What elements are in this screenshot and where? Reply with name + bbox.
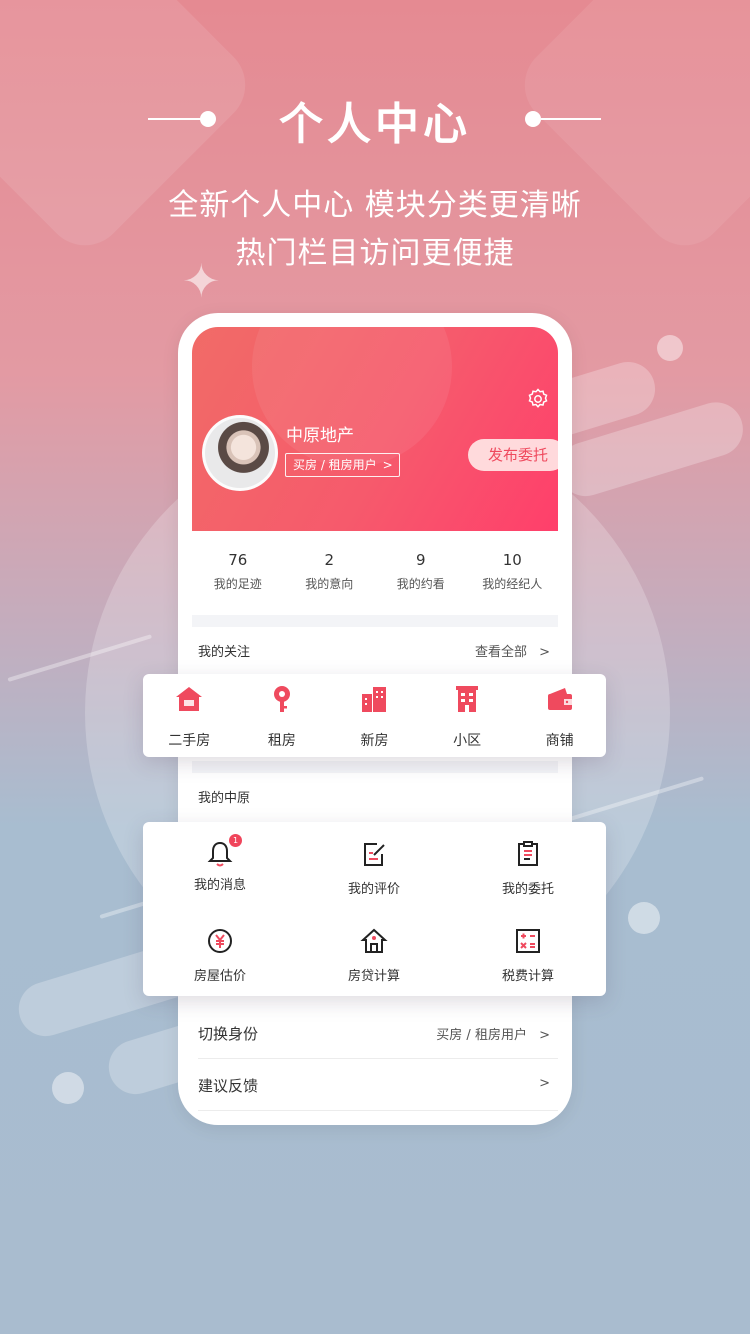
wallet-icon [547,688,572,710]
row-value: > [539,1076,550,1091]
stat-value: 9 [415,551,426,569]
decor-dot [52,1072,84,1104]
stat-label: 我的约看 [396,577,445,591]
yen-coin-icon [208,929,232,953]
row-separator [198,1110,558,1111]
chevron-right-icon: > [539,1076,550,1091]
follow-item-secondhand[interactable]: 二手房 [143,674,236,757]
banner-subtitle-1: 全新个人中心 模块分类更清晰 [168,188,582,223]
apartment-icon [456,686,479,712]
service-mortgage[interactable]: 房贷计算 [297,909,451,996]
follow-item-label: 租房 [267,733,296,749]
avatar[interactable] [202,415,278,491]
follow-section-title: 我的关注 [198,645,251,660]
stat-label: 我的足迹 [213,577,262,591]
row-label: 建议反馈 [198,1077,259,1095]
feedback-row[interactable]: 建议反馈 > [192,1061,558,1111]
switch-identity-row[interactable]: 切换身份 买房 / 租房用户 > [192,1009,558,1059]
stat-value: 2 [324,551,335,569]
my-section-title: 我的中原 [198,791,251,806]
clipboard-icon [518,841,538,866]
follow-item-label: 小区 [453,733,482,749]
follow-item-label: 新房 [360,733,389,749]
key-pin-icon [273,686,290,712]
follow-item-shop[interactable]: 商铺 [513,674,606,757]
service-valuation[interactable]: 房屋估价 [143,909,297,996]
profile-header: 中原地产 买房 / 租房用户 > 发布委托 [192,327,558,531]
service-tax[interactable]: 税费计算 [451,909,605,996]
my-services-card: 1 我的消息 我的评价 我的委托 房屋估价 房贷计算 税费计算 [143,822,606,996]
service-reviews[interactable]: 我的评价 [297,822,451,909]
house-icon [176,687,203,711]
role-label: 买房 / 租房用户 [293,458,377,472]
decor-dot [628,902,660,934]
stats-row: 76 我的足迹 2 我的意向 9 我的约看 10 我的经纪人 [192,549,558,599]
home-loan-icon [360,928,388,953]
edit-note-icon [364,843,385,866]
follow-item-label: 商铺 [545,733,574,749]
row-separator [198,1058,558,1059]
buildings-icon [362,687,387,712]
chevron-right-icon: > [382,458,393,472]
title-dot-right [525,111,541,127]
follow-item-community[interactable]: 小区 [421,674,514,757]
calculator-icon [516,929,540,953]
hero-glow [252,327,452,467]
unread-badge: 1 [229,834,242,847]
service-label: 房贷计算 [347,969,400,984]
stat-label: 我的意向 [305,577,354,591]
follow-item-newhouse[interactable]: 新房 [328,674,421,757]
row-label: 切换身份 [198,1025,259,1043]
service-label: 我的委托 [501,882,554,897]
stat-label: 我的经纪人 [482,577,543,591]
follow-item-label: 二手房 [168,733,211,749]
stat-intention[interactable]: 2 我的意向 [284,549,376,599]
page-title: 个人中心 [279,99,471,150]
service-label: 我的消息 [193,878,246,893]
bell-icon-wrap: 1 [206,834,242,868]
role-switch-button[interactable]: 买房 / 租房用户 > [285,453,400,477]
follow-item-rent[interactable]: 租房 [236,674,329,757]
banner-title-row: 个人中心 [0,88,750,150]
service-label: 税费计算 [501,969,554,984]
row-value-text: 买房 / 租房用户 [436,1028,527,1043]
title-line-right [541,118,601,120]
view-all-label: 查看全部 [474,645,527,660]
gear-icon[interactable] [526,387,550,411]
service-label: 我的评价 [347,882,400,897]
service-messages[interactable]: 1 我的消息 [143,822,297,909]
service-entrust[interactable]: 我的委托 [451,822,605,909]
stat-viewing[interactable]: 9 我的约看 [375,549,467,599]
row-value: 买房 / 租房用户 > [436,1024,550,1043]
banner-subtitle-2: 热门栏目访问更便捷 [235,236,515,271]
section-divider [192,761,558,773]
section-divider [192,615,558,627]
service-label: 房屋估价 [193,969,246,984]
user-name: 中原地产 [286,426,354,446]
publish-entrust-button[interactable]: 发布委托 [468,439,558,471]
chevron-right-icon: > [539,1028,550,1043]
stat-agent[interactable]: 10 我的经纪人 [467,549,559,599]
view-all-link[interactable]: 查看全部 > [475,641,550,660]
follow-categories-card: 二手房 租房 新房 小区 商铺 [143,674,606,757]
stat-value: 10 [502,551,522,569]
stat-value: 76 [228,551,248,569]
stat-footprint[interactable]: 76 我的足迹 [192,549,284,599]
decor-dot [657,335,683,361]
chevron-right-icon: > [539,645,550,660]
